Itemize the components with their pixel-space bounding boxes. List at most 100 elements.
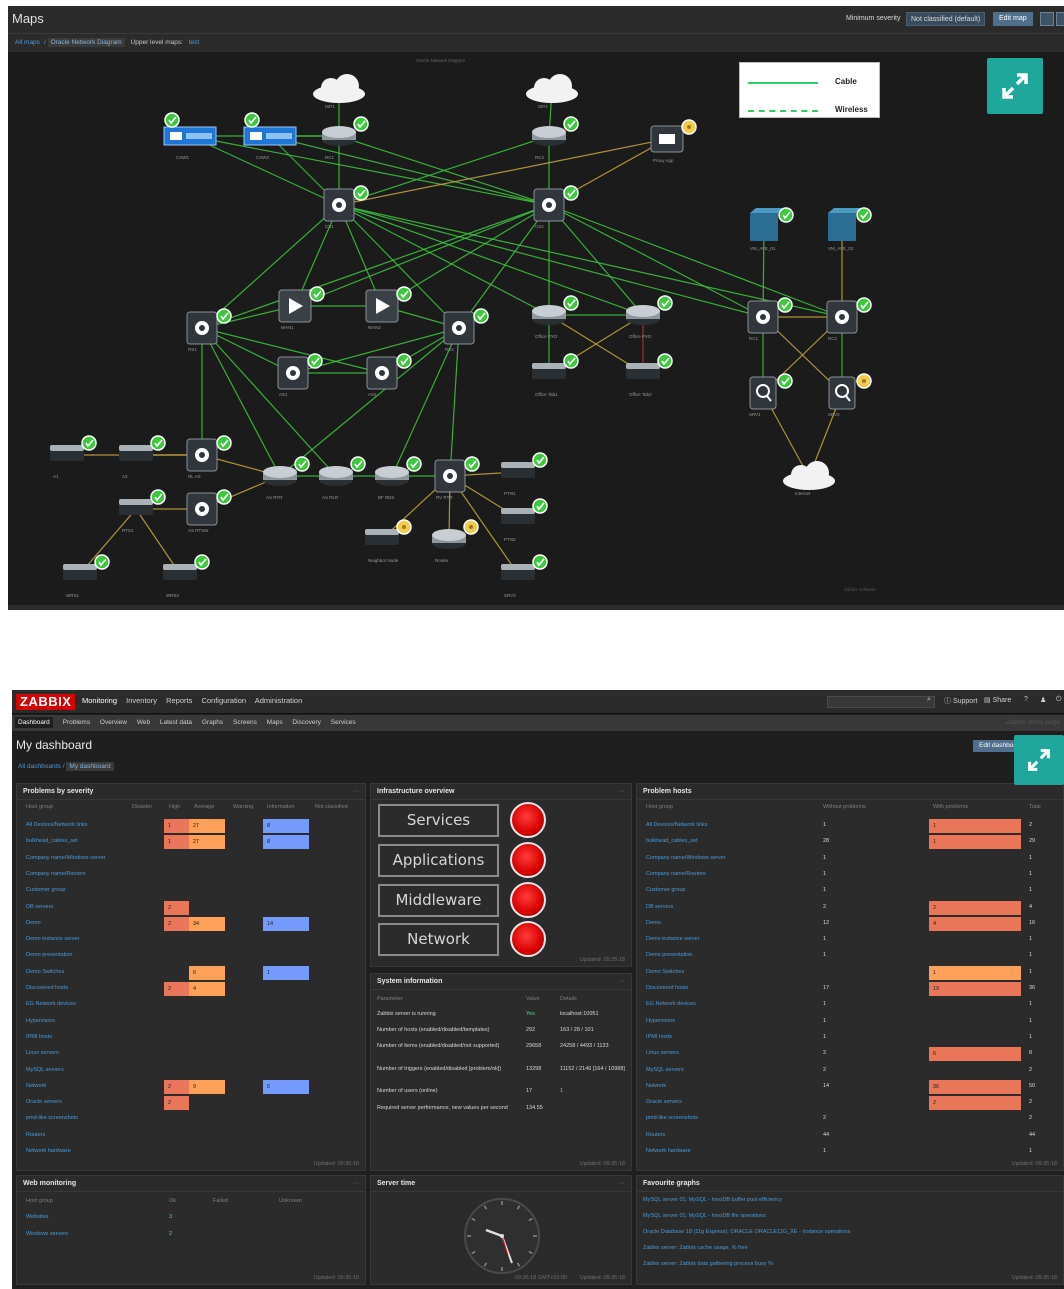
host-group-link[interactable]: Demo presentation [26,952,72,958]
tab-discovery[interactable]: Discovery [292,719,321,726]
total-count[interactable]: 1 [1029,871,1032,877]
host-group-link[interactable]: Oracle servers [646,1099,682,1105]
severity-cell-high[interactable]: 2 [164,916,189,931]
host-group-link[interactable]: Company name/Routers [646,871,706,877]
tab-dashboard[interactable]: Dashboard [15,717,53,728]
total-count[interactable]: 1 [1029,855,1032,861]
map-node-fw-icon[interactable] [365,289,399,323]
user-icon[interactable]: ♟ [1040,696,1046,704]
upper-level-link[interactable]: test [189,39,199,46]
total-count[interactable]: 36 [1029,985,1035,991]
severity-cell-info[interactable]: 8 [263,835,309,850]
severity-cell-high[interactable]: 2 [164,1096,189,1111]
host-group-link[interactable]: Routers [26,1132,45,1138]
host-group-link[interactable]: EG Network devices [646,1001,696,1007]
help-icon[interactable]: ? [1024,696,1028,703]
host-group-link[interactable]: Hypervisors [26,1018,55,1024]
without-problems-count[interactable]: 2 [823,1115,826,1121]
map-node-flat-icon[interactable] [63,564,97,580]
map-node-cube-icon[interactable] [750,208,782,241]
without-problems-count[interactable]: 1 [823,871,826,877]
with-problems-cell[interactable]: 36 [929,1079,1021,1094]
map-node-cloud-icon[interactable] [783,461,835,490]
host-group-link[interactable]: Demo instance server [26,936,80,942]
service-services[interactable]: Services [378,804,499,837]
map-node-router-icon[interactable] [263,466,297,486]
total-count[interactable]: 29 [1029,838,1035,844]
search-icon[interactable]: ⌕ [927,696,931,704]
host-group-link[interactable]: IPMI hosts [26,1034,52,1040]
breadcrumb-all-dashboards[interactable]: All dashboards [18,763,61,770]
host-group-link[interactable]: Network hardware [26,1148,71,1154]
total-count[interactable]: 1 [1029,969,1032,975]
widget-menu-icon[interactable]: ··· [618,1176,625,1192]
share-link[interactable]: ▤ Share [984,696,1011,704]
severity-cell-high[interactable]: 2 [164,982,189,996]
map-node-fw-icon[interactable] [278,289,312,323]
kiosk-icon[interactable] [1056,12,1064,26]
favourite-graph-link[interactable]: Zabbix server: Zabbix data gathering pro… [643,1261,773,1267]
map-node-search-icon[interactable] [749,376,777,410]
without-problems-count[interactable]: 1 [823,1001,826,1007]
map-node-flat-icon[interactable] [163,564,197,580]
without-problems-count[interactable]: 1 [823,1148,826,1154]
host-group-link[interactable]: Demo Switches [26,969,64,975]
map-node-flat-icon[interactable] [532,363,566,379]
severity-cell-avg[interactable]: 27 [189,835,225,850]
without-problems-count[interactable]: 12 [823,920,829,926]
without-problems-count[interactable]: 2 [823,904,826,910]
map-link[interactable] [279,327,460,477]
map-node-switch-icon[interactable] [323,188,355,222]
severity-cell-avg[interactable]: 4 [189,982,225,996]
expand-button[interactable] [987,58,1043,114]
total-count[interactable]: 8 [1029,1050,1032,1056]
host-group-link[interactable]: Discovered hosts [26,985,68,991]
total-count[interactable]: 1 [1029,1034,1032,1040]
total-count[interactable]: 1 [1029,1001,1032,1007]
widget-menu-icon[interactable]: ··· [618,974,625,990]
host-group-link[interactable]: All Devices/Network links [646,822,707,828]
with-problems-cell[interactable]: 1 [929,965,1021,980]
expand-button[interactable] [1014,735,1064,785]
service-network[interactable]: Network [378,923,499,956]
web-ok-count[interactable]: 2 [169,1231,172,1237]
host-group-link[interactable]: Demo presentation [646,952,692,958]
host-group-link[interactable]: MySQL servers [646,1067,684,1073]
with-problems-cell[interactable]: 4 [929,916,1021,931]
with-problems-cell[interactable]: 2 [929,1096,1021,1111]
host-group-link[interactable]: Demo [646,920,661,926]
tab-services[interactable]: Services [331,719,356,726]
with-problems-cell[interactable]: 19 [929,982,1021,996]
network-map-canvas[interactable]: Oracle Network Diagram Cable Wireless Za… [8,52,1064,605]
breadcrumb-current[interactable]: Oracle Network Diagram [47,38,125,47]
map-node-flat-icon[interactable] [626,363,660,379]
total-count[interactable]: 4 [1029,904,1032,910]
map-link[interactable] [269,135,550,206]
without-problems-count[interactable]: 44 [823,1132,829,1138]
with-problems-cell[interactable]: 1 [929,835,1021,850]
map-node-flat-icon[interactable] [119,445,153,461]
menu-administration[interactable]: Administration [255,696,303,705]
host-group-link[interactable]: DB servers [646,904,673,910]
without-problems-count[interactable]: 1 [823,952,826,958]
host-group-link[interactable]: pmd-like screenshots [26,1115,78,1121]
total-count[interactable]: 16 [1029,920,1035,926]
widget-menu-icon[interactable]: ··· [352,784,359,800]
map-link[interactable] [338,138,668,206]
map-node-flat-icon[interactable] [501,564,535,580]
breadcrumb-current[interactable]: My dashboard [66,762,114,771]
without-problems-count[interactable]: 2 [823,1067,826,1073]
host-group-link[interactable]: Network [646,1083,666,1089]
map-node-switch-icon[interactable] [434,459,466,493]
severity-cell-info[interactable]: 14 [263,916,309,931]
logout-icon[interactable]: ⏻ [1056,696,1062,704]
menu-configuration[interactable]: Configuration [201,696,246,705]
host-group-link[interactable]: Customer group [26,887,65,893]
with-problems-cell[interactable]: 2 [929,900,1021,915]
severity-cell-high[interactable]: 1 [164,835,189,850]
host-group-link[interactable]: All Devices/Network links [26,822,87,828]
web-row-label[interactable]: Windows servers [26,1231,68,1237]
web-row-label[interactable]: Websites [26,1214,49,1220]
severity-cell-info[interactable]: 1 [263,965,309,980]
host-group-link[interactable]: Network [26,1083,46,1089]
